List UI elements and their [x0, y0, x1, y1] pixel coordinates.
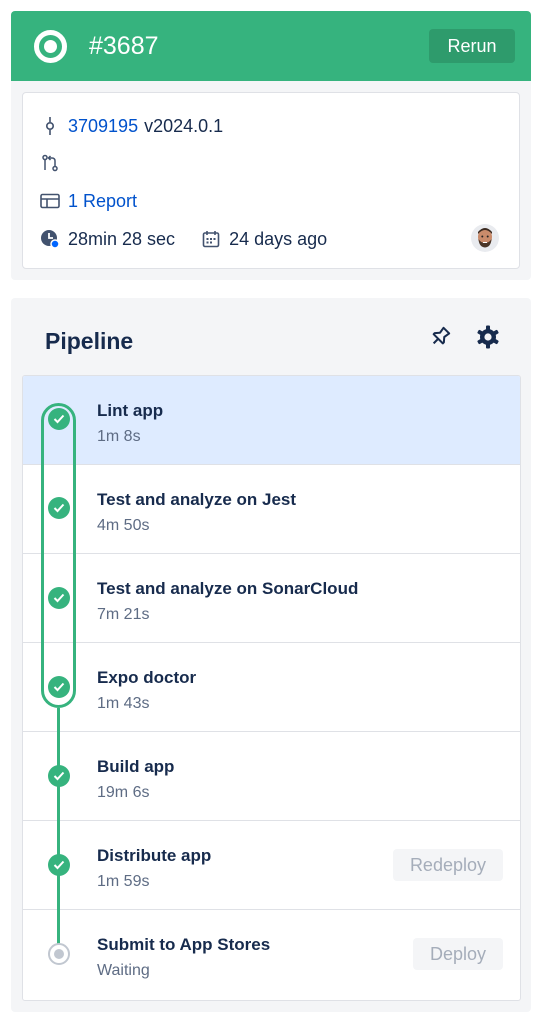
step-name: Test and analyze on Jest [97, 490, 297, 509]
duration-text: 28min 28 sec [68, 229, 176, 249]
step-duration: 1m 59s [97, 873, 150, 890]
check-icon [48, 854, 70, 876]
check-icon [48, 408, 70, 430]
step-name: Expo doctor [97, 668, 197, 687]
build-meta-row: 28min 28 sec 24 days ago [40, 228, 327, 250]
check-icon [48, 676, 70, 698]
step-name: Test and analyze on SonarCloud [97, 579, 359, 598]
report-icon [40, 191, 60, 211]
pending-status-icon [48, 943, 70, 965]
pipeline-step-test-sonarcloud[interactable]: Test and analyze on SonarCloud 7m 21s [23, 554, 520, 643]
step-duration: 19m 6s [97, 784, 150, 801]
commit-row: 3709195 v2024.0.1 [40, 115, 223, 137]
pipeline-connector-line [57, 708, 60, 954]
gear-icon[interactable] [473, 322, 503, 352]
pipeline-step-expo-doctor[interactable]: Expo doctor 1m 43s [23, 643, 520, 732]
build-info-panel: 3709195 v2024.0.1 1 Report 28min 28 sec … [11, 81, 531, 280]
commit-icon [40, 116, 60, 136]
pipeline-panel: Pipeline Lint app 1m 8s Test and analyze… [11, 298, 531, 1012]
duration-clock-icon [40, 229, 60, 249]
check-icon [48, 497, 70, 519]
commit-message: v2024.0.1 [144, 116, 224, 136]
step-name: Distribute app [97, 846, 212, 865]
pin-icon[interactable] [425, 322, 455, 352]
report-row: 1 Report [40, 190, 137, 212]
step-duration: 1m 8s [97, 428, 141, 445]
step-name: Build app [97, 757, 175, 776]
pull-request-icon[interactable] [40, 153, 60, 173]
pull-request-row [40, 153, 68, 173]
step-duration: 1m 43s [97, 695, 150, 712]
deploy-button[interactable]: Deploy [412, 938, 503, 970]
calendar-icon [201, 229, 221, 249]
step-status: Waiting [97, 962, 150, 979]
pipeline-step-test-jest[interactable]: Test and analyze on Jest 4m 50s [23, 465, 520, 554]
report-link[interactable]: 1 Report [68, 190, 137, 212]
avatar[interactable] [471, 224, 499, 252]
build-number: #3687 [89, 32, 159, 60]
pipeline-step-build-app[interactable]: Build app 19m 6s [23, 732, 520, 821]
pipeline-step-submit-app-stores[interactable]: Submit to App Stores Waiting Deploy [23, 910, 520, 1000]
check-icon [48, 587, 70, 609]
step-duration: 7m 21s [97, 606, 150, 623]
check-icon [48, 765, 70, 787]
step-name: Lint app [97, 401, 164, 420]
pipeline-title: Pipeline [45, 328, 134, 354]
pipeline-steps: Lint app 1m 8s Test and analyze on Jest … [22, 375, 521, 1001]
pipeline-step-distribute-app[interactable]: Distribute app 1m 59s Redeploy [23, 821, 520, 910]
pipeline-step-lint-app[interactable]: Lint app 1m 8s [23, 376, 520, 465]
build-date: 24 days ago [229, 229, 328, 249]
redeploy-button[interactable]: Redeploy [392, 849, 503, 881]
status-ring-icon [34, 30, 67, 63]
commit-hash-link[interactable]: 3709195 [68, 115, 138, 137]
step-name: Submit to App Stores [97, 935, 271, 954]
step-duration: 4m 50s [97, 517, 150, 534]
build-header: #3687 Rerun [11, 11, 531, 81]
rerun-button[interactable]: Rerun [429, 29, 515, 63]
build-info-card: 3709195 v2024.0.1 1 Report 28min 28 sec … [22, 92, 520, 269]
